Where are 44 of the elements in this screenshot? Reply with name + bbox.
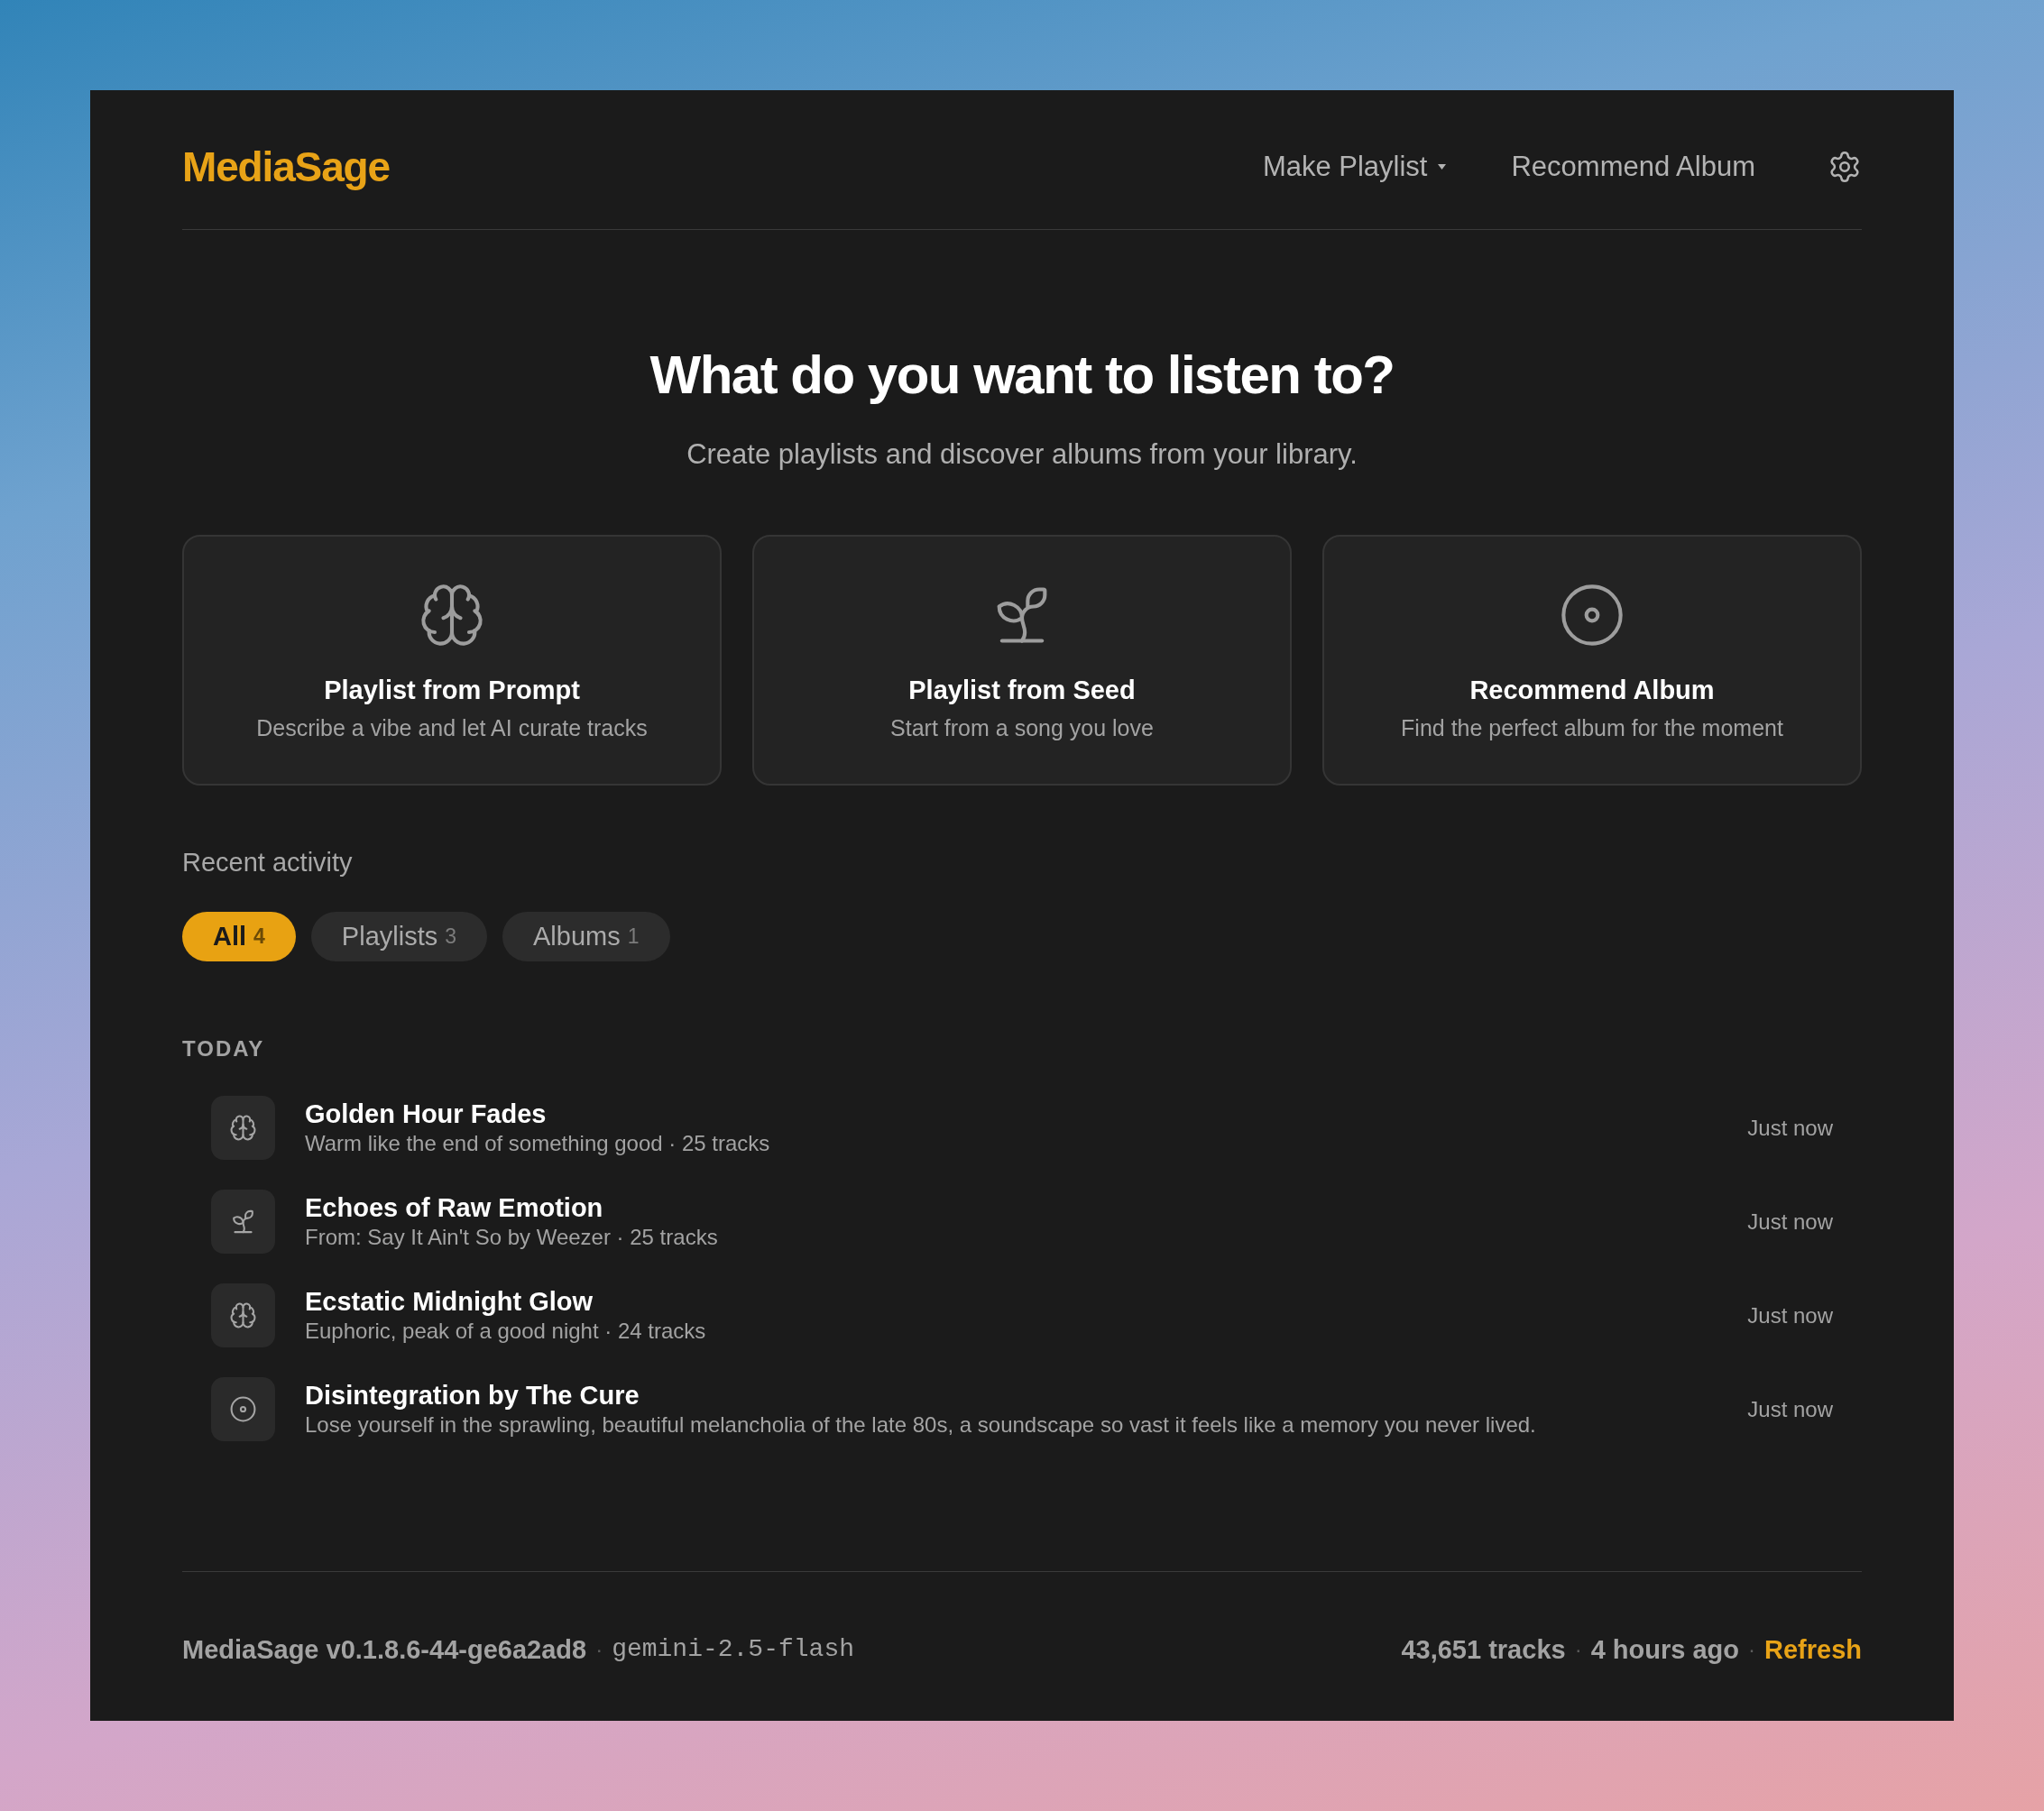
filter-tab[interactable]: Albums 1 <box>502 912 670 961</box>
card-description: Start from a song you love <box>890 714 1154 742</box>
activity-title: Echoes of Raw Emotion <box>305 1191 604 1223</box>
activity-time: Just now <box>1747 1301 1833 1329</box>
action-card[interactable]: Playlist from Seed Start from a song you love <box>752 535 1292 786</box>
app-logo: MediaSage <box>182 142 390 192</box>
nav-dropdown[interactable]: Make Playlist <box>1262 145 1447 188</box>
section-heading: Recent activity <box>182 847 354 878</box>
refresh-link[interactable]: Refresh <box>1764 1632 1862 1667</box>
separator-text: · <box>1748 1636 1755 1663</box>
footer-text: MediaSage v0.1.8.6-44-ge6a2ad8 <box>182 1634 587 1666</box>
activity-description: Euphoric, peak of a good night · 24 tracks <box>305 1317 707 1345</box>
filter-tab[interactable]: All 4 <box>182 912 296 961</box>
activity-time: Just now <box>1747 1208 1833 1236</box>
activity-time: Just now <box>1747 1114 1833 1142</box>
activity-description: Warm like the end of something good · 25 tracks <box>305 1129 771 1157</box>
hero-subtitle: Create playlists and discover albums from your library. <box>686 437 1358 472</box>
filter-tab[interactable]: Playlists 3 <box>310 912 487 961</box>
hero-title: What do you want to listen to? <box>649 344 1395 407</box>
group-label: TODAY <box>182 1035 266 1062</box>
footer-text: 43,651 tracks <box>1401 1634 1566 1666</box>
sprout-icon <box>211 1190 275 1254</box>
card-title: Recommend Album <box>1469 675 1715 706</box>
caret-icon <box>1438 164 1447 170</box>
separator-text: · <box>595 1636 603 1663</box>
action-card[interactable]: Playlist from Prompt Describe a vibe and let AI curate tracks <box>182 535 722 786</box>
card-title: Playlist from Seed <box>908 675 1136 706</box>
footer-text: 4 hours ago <box>1590 1634 1739 1666</box>
model-name: gemini-2.5-flash <box>612 1634 854 1665</box>
activity-time: Just now <box>1747 1395 1833 1423</box>
activity-description: Lose yourself in the sprawling, beautiful melancholia of the late 80s, a soundscape so vast it feels like a memory you never lived. <box>305 1411 1537 1439</box>
card-description: Find the perfect album for the moment <box>1401 714 1783 742</box>
brain-icon <box>211 1283 275 1347</box>
action-card[interactable]: Recommend Album Find the perfect album for the moment <box>1322 535 1862 786</box>
card-description: Describe a vibe and let AI curate tracks <box>256 714 648 742</box>
settings-icon <box>1828 150 1862 184</box>
brain-icon <box>211 1096 275 1160</box>
separator-text: · <box>1574 1636 1582 1663</box>
activity-title: Golden Hour Fades <box>305 1098 548 1129</box>
activity-description: From: Say It Ain't So by Weezer · 25 tracks <box>305 1223 719 1251</box>
card-title: Playlist from Prompt <box>324 675 580 706</box>
activity-title: Disintegration by The Cure <box>305 1379 640 1411</box>
nav-link[interactable]: Recommend Album <box>1511 145 1755 188</box>
activity-title: Ecstatic Midnight Glow <box>305 1285 594 1317</box>
